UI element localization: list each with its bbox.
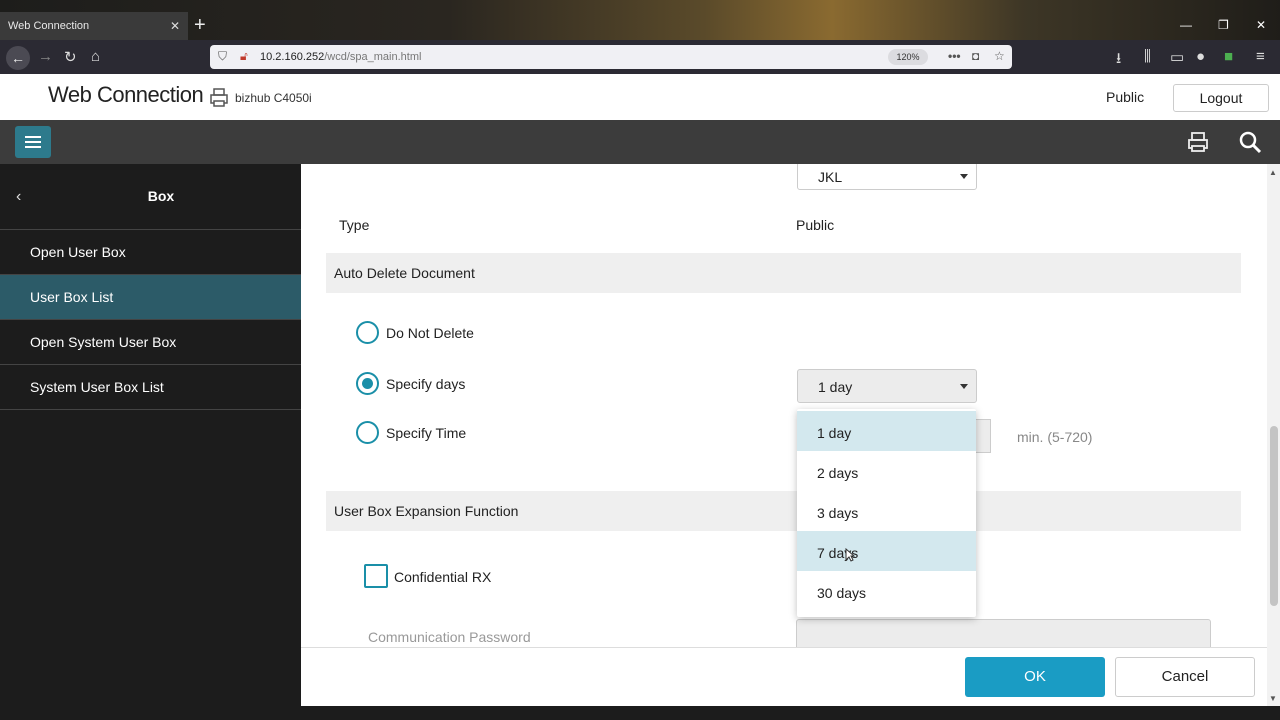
- sidebar-title: Box: [147, 188, 175, 204]
- forward-icon[interactable]: →: [38, 48, 53, 65]
- back-icon[interactable]: ←: [6, 46, 30, 70]
- dropdown-option[interactable]: 1 day: [797, 411, 976, 451]
- scroll-down-icon[interactable]: ▼: [1269, 694, 1277, 703]
- dropdown-option[interactable]: 2 days: [797, 451, 976, 491]
- minimize-icon[interactable]: —: [1180, 18, 1192, 32]
- url-bar[interactable]: ⛉ 🔓︎ 10.2.160.252/wcd/spa_main.html 120%…: [210, 45, 1012, 69]
- browser-tab-title: Web Connection: [8, 20, 90, 32]
- sidebar-item-open-user-box[interactable]: Open User Box: [0, 230, 301, 275]
- top-select[interactable]: JKL: [797, 164, 977, 190]
- auto-delete-section-title: Auto Delete Document: [334, 265, 475, 281]
- action-bar: OK Cancel: [301, 647, 1267, 706]
- url-path: /wcd/spa_main.html: [324, 51, 422, 63]
- shield-icon[interactable]: ⛉: [218, 49, 227, 64]
- insecure-lock-icon[interactable]: 🔓︎: [240, 49, 248, 64]
- mouse-cursor-icon: [845, 548, 855, 562]
- library-icon[interactable]: ⫼: [1144, 48, 1151, 65]
- radio-do-not-delete-label[interactable]: Do Not Delete: [386, 325, 474, 341]
- dropdown-option[interactable]: 30 days: [797, 571, 976, 611]
- auto-delete-section: Auto Delete Document: [326, 253, 1241, 293]
- app-toolbar: [0, 120, 1280, 164]
- days-dropdown: 1 day 2 days 3 days 7 days 30 days: [797, 409, 976, 617]
- sidebar-item-system-user-box-list[interactable]: System User Box List: [0, 365, 301, 410]
- downloads-icon[interactable]: ⭳: [1116, 48, 1121, 73]
- browser-tab[interactable]: Web Connection ✕: [0, 12, 188, 40]
- expansion-section: User Box Expansion Function: [326, 491, 1241, 531]
- radio-specify-time[interactable]: [356, 421, 379, 444]
- type-label: Type: [339, 217, 370, 233]
- zoom-badge[interactable]: 120%: [888, 49, 928, 65]
- comm-password-input[interactable]: [796, 619, 1211, 647]
- radio-specify-time-label[interactable]: Specify Time: [386, 425, 466, 441]
- time-hint: min. (5-720): [1017, 429, 1093, 445]
- expansion-section-title: User Box Expansion Function: [334, 503, 519, 519]
- scroll-thumb[interactable]: [1270, 426, 1278, 606]
- close-tab-icon[interactable]: ✕: [170, 19, 180, 33]
- window-close-icon[interactable]: ✕: [1256, 18, 1266, 32]
- home-icon[interactable]: ⌂: [91, 48, 100, 65]
- pocket-icon[interactable]: ◘: [972, 49, 979, 63]
- days-select[interactable]: 1 day: [797, 369, 977, 403]
- browser-tab-bar: Web Connection ✕ + — ❐ ✕: [0, 0, 1280, 40]
- search-icon[interactable]: [1238, 130, 1262, 154]
- bookmark-star-icon[interactable]: ☆: [994, 49, 1005, 63]
- days-select-value: 1 day: [818, 379, 853, 395]
- confidential-rx-checkbox[interactable]: [364, 564, 388, 588]
- menu-icon[interactable]: ≡: [1256, 48, 1265, 65]
- top-select-value: JKL: [818, 169, 843, 185]
- sidebar: ‹ Box Open User Box User Box List Open S…: [0, 164, 301, 706]
- ok-button[interactable]: OK: [965, 657, 1105, 697]
- extension-icon[interactable]: ■: [1224, 48, 1233, 65]
- more-actions-icon[interactable]: •••: [948, 49, 961, 63]
- sidebar-item-user-box-list[interactable]: User Box List: [0, 275, 301, 320]
- radio-do-not-delete[interactable]: [356, 321, 379, 344]
- printer-icon: [210, 88, 228, 107]
- radio-specify-days-label[interactable]: Specify days: [386, 376, 465, 392]
- device-printer-icon[interactable]: [1186, 130, 1210, 154]
- dropdown-option[interactable]: 3 days: [797, 491, 976, 531]
- device-model: bizhub C4050i: [235, 91, 312, 105]
- sidebar-toggle-icon[interactable]: ▭: [1170, 48, 1184, 66]
- vertical-scrollbar[interactable]: ▲ ▼: [1267, 164, 1280, 706]
- scroll-up-icon[interactable]: ▲: [1269, 168, 1277, 177]
- type-value: Public: [796, 217, 835, 233]
- user-name: Public: [1106, 89, 1145, 105]
- url-text: 10.2.160.252/wcd/spa_main.html: [260, 51, 421, 63]
- new-tab-button[interactable]: +: [194, 14, 206, 37]
- restore-icon[interactable]: ❐: [1218, 18, 1229, 32]
- account-icon[interactable]: ●: [1196, 48, 1205, 65]
- cancel-button[interactable]: Cancel: [1115, 657, 1255, 697]
- logout-button[interactable]: Logout: [1173, 84, 1269, 112]
- main-content: JKL Type Public Auto Delete Document Do …: [301, 164, 1267, 647]
- caret-down-icon: [960, 384, 968, 389]
- radio-specify-days[interactable]: [356, 372, 379, 395]
- sidebar-header: ‹ Box: [0, 164, 301, 230]
- comm-password-label: Communication Password: [368, 629, 531, 645]
- confidential-rx-label[interactable]: Confidential RX: [394, 569, 491, 585]
- app-header: Web Connection bizhub C4050i Public Logo…: [0, 74, 1280, 120]
- reload-icon[interactable]: ↻: [64, 48, 77, 66]
- browser-nav-bar: ← → ↻ ⌂ ⛉ 🔓︎ 10.2.160.252/wcd/spa_main.h…: [0, 40, 1280, 74]
- dropdown-option[interactable]: 7 days: [797, 531, 976, 571]
- brand-title: Web Connection: [48, 82, 204, 107]
- hamburger-menu-icon[interactable]: [15, 126, 51, 158]
- url-host: 10.2.160.252: [260, 51, 325, 63]
- sidebar-item-open-system-user-box[interactable]: Open System User Box: [0, 320, 301, 365]
- caret-down-icon: [960, 174, 968, 179]
